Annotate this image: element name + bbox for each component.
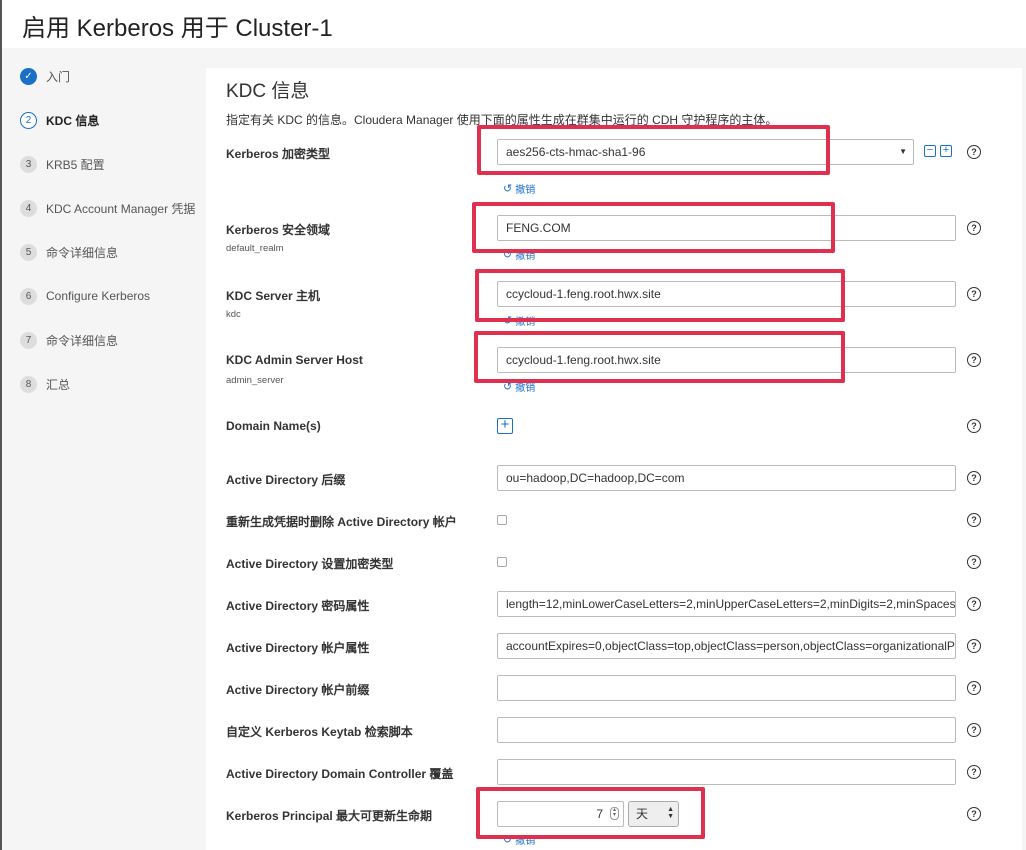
step-label: 命令详细信息	[46, 333, 119, 348]
page-title: 启用 Kerberos 用于 Cluster-1	[22, 15, 333, 42]
max-renew-label: Kerberos Principal 最大可更新生命期	[226, 809, 433, 823]
step-label: KDC 信息	[46, 113, 100, 128]
step-label: KDC Account Manager 凭据	[46, 201, 196, 216]
help-icon[interactable]: ?	[967, 597, 981, 611]
chevron-down-icon: ▼	[899, 147, 907, 156]
step-6[interactable]: 6 Configure Kerberos	[20, 286, 150, 306]
step-number: 4	[20, 199, 37, 217]
step-number: 6	[20, 287, 37, 305]
ad-delete-checkbox[interactable]	[497, 515, 507, 525]
highlight-box	[474, 331, 845, 383]
realm-sub-label: default_realm	[226, 243, 284, 254]
help-icon[interactable]: ?	[967, 807, 981, 821]
header: 启用 Kerberos 用于 Cluster-1	[0, 0, 1026, 48]
help-icon[interactable]: ?	[967, 555, 981, 569]
step-label: 入门	[46, 69, 71, 84]
admin-server-label: KDC Admin Server Host	[226, 353, 363, 367]
step-7[interactable]: 7 命令详细信息	[20, 330, 118, 350]
help-icon[interactable]: ?	[967, 723, 981, 737]
ad-password-input[interactable]: length=12,minLowerCaseLetters=2,minUpper…	[497, 591, 956, 617]
step-8[interactable]: 8 汇总	[20, 374, 70, 394]
help-icon[interactable]: ?	[967, 513, 981, 527]
help-icon[interactable]: ?	[967, 471, 981, 485]
help-icon[interactable]: ?	[967, 287, 981, 301]
help-icon[interactable]: ?	[967, 765, 981, 779]
step-label: KRB5 配置	[46, 157, 105, 172]
keytab-script-input[interactable]	[497, 717, 956, 743]
ad-account-input[interactable]: accountExpires=0,objectClass=top,objectC…	[497, 633, 956, 659]
minus-icon[interactable]: −	[924, 145, 936, 157]
step-5[interactable]: 5 命令详细信息	[20, 242, 118, 262]
ad-account-label: Active Directory 帐户属性	[226, 641, 370, 655]
kdc-label: KDC Server 主机	[226, 289, 321, 303]
step-number: 7	[20, 331, 37, 349]
admin-server-sub-label: admin_server	[226, 375, 284, 386]
ad-set-enc-checkbox[interactable]	[497, 557, 507, 567]
step-label: 命令详细信息	[46, 245, 119, 260]
add-domain-button[interactable]: +	[497, 417, 513, 434]
kdc-sub-label: kdc	[226, 309, 241, 320]
highlight-box	[472, 202, 835, 253]
ad-dc-override-input[interactable]	[497, 759, 956, 785]
step-number: 5	[20, 243, 37, 261]
help-icon[interactable]: ?	[967, 145, 981, 159]
highlight-box	[476, 787, 705, 839]
step-label: 汇总	[46, 377, 71, 392]
keytab-script-label: 自定义 Kerberos Keytab 检索脚本	[226, 725, 413, 739]
domain-names-label: Domain Name(s)	[226, 419, 321, 433]
step-number: 2	[20, 111, 37, 129]
ad-prefix-label: Active Directory 帐户前缀	[226, 683, 370, 697]
enc-type-label: Kerberos 加密类型	[226, 147, 331, 161]
ad-set-enc-label: Active Directory 设置加密类型	[226, 557, 394, 571]
help-icon[interactable]: ?	[967, 681, 981, 695]
ad-dc-override-label: Active Directory Domain Controller 覆盖	[226, 767, 454, 781]
step-number: 8	[20, 375, 37, 393]
step-3[interactable]: 3 KRB5 配置	[20, 154, 105, 174]
ad-suffix-input[interactable]: ou=hadoop,DC=hadoop,DC=com	[497, 465, 956, 491]
step-number: 3	[20, 155, 37, 173]
step-2[interactable]: 2 KDC 信息	[20, 110, 99, 130]
check-icon: ✓	[20, 67, 37, 85]
ad-suffix-label: Active Directory 后缀	[226, 473, 346, 487]
step-1[interactable]: ✓ 入门	[20, 66, 70, 86]
ad-password-label: Active Directory 密码属性	[226, 599, 370, 613]
help-icon[interactable]: ?	[967, 353, 981, 367]
help-icon[interactable]: ?	[967, 221, 981, 235]
undo-icon: ↺	[503, 183, 513, 195]
ad-prefix-input[interactable]	[497, 675, 956, 701]
help-icon[interactable]: ?	[967, 419, 981, 433]
realm-label: Kerberos 安全领域	[226, 223, 331, 237]
ad-delete-label: 重新生成凭据时删除 Active Directory 帐户	[226, 515, 457, 529]
highlight-box	[477, 125, 830, 175]
step-4[interactable]: 4 KDC Account Manager 凭据	[20, 198, 195, 218]
section-title: KDC 信息	[226, 81, 310, 102]
highlight-box	[475, 269, 845, 322]
plus-icon[interactable]: +	[940, 145, 952, 157]
help-icon[interactable]: ?	[967, 639, 981, 653]
step-label: Configure Kerberos	[46, 289, 151, 303]
undo-link[interactable]: ↺ 撤销	[503, 181, 535, 196]
